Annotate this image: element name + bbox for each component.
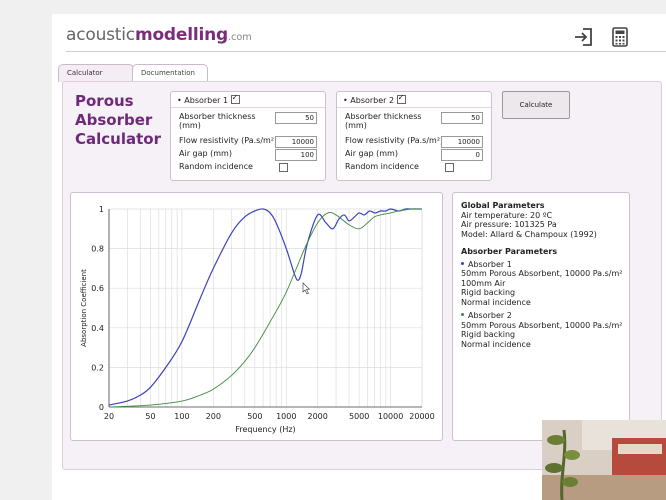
resistivity-row: Flow resistivity (Pa.s/m²) 10000 — [179, 136, 323, 148]
header-divider — [66, 51, 666, 52]
airgap-input[interactable]: 100 — [275, 149, 317, 161]
calculator-icon[interactable] — [609, 26, 631, 48]
absorber-2-enable-checkbox[interactable] — [396, 93, 406, 104]
series-line-absorber-1 — [108, 208, 422, 406]
thickness-input[interactable]: 50 — [441, 112, 483, 124]
resistivity-label: Flow resistivity (Pa.s/m²) — [179, 136, 278, 145]
absorber-1-dot-icon — [461, 261, 464, 265]
a1-line: 100mm Air — [461, 278, 506, 288]
absorber-2-legend: Absorber 2 — [461, 311, 631, 321]
air-pressure: Air pressure: 101325 Pa — [461, 220, 557, 229]
x-tick-label: 5000 — [349, 412, 369, 421]
webcam-overlay — [542, 420, 666, 500]
y-tick-label: 0 — [99, 403, 104, 412]
y-axis-label: Absorption Coefficient — [80, 269, 88, 347]
model-name: Model: Allard & Champoux (1992) — [461, 229, 597, 239]
y-tick-label: 0.4 — [91, 324, 104, 333]
a2-line: Rigid backing — [461, 330, 516, 339]
login-icon[interactable] — [573, 26, 595, 48]
random-label: Random incidence — [179, 162, 253, 171]
air-temperature: Air temperature: 20 ºC — [461, 210, 553, 220]
airgap-input[interactable]: 0 — [441, 149, 483, 161]
random-row: Random incidence — [345, 162, 489, 173]
y-tick-label: 0.6 — [91, 284, 104, 293]
thickness-row: Absorber thickness (mm) 50 — [345, 112, 489, 132]
airgap-row: Air gap (mm) 0 — [345, 149, 489, 161]
absorber-1-header: • Absorber 1 — [177, 93, 240, 105]
a2-line: Normal incidence — [461, 339, 531, 349]
absorber-2-dot-icon — [461, 313, 464, 316]
absorber-1-panel: • Absorber 1 Absorber thickness (mm) 50 … — [170, 91, 326, 181]
calculate-button[interactable]: Calculate — [502, 91, 570, 119]
airgap-label: Air gap (mm) — [345, 149, 398, 158]
random-incidence-checkbox[interactable] — [279, 163, 288, 172]
absorption-chart: 20 50 100 200 500 1000 2000 5000 10000 20000 0 0.2 0… — [70, 192, 443, 441]
x-tick-label: 2000 — [307, 412, 327, 421]
airgap-row: Air gap (mm) 100 — [179, 149, 323, 161]
a2-line: 50mm Porous Absorbent, 10000 Pa.s/m² — [461, 320, 623, 330]
x-axis-label: Frequency (Hz) — [235, 425, 295, 434]
absorber-1-enable-checkbox[interactable] — [230, 93, 240, 104]
resistivity-input[interactable]: 10000 — [441, 136, 483, 148]
thickness-label: Absorber thickness (mm) — [345, 112, 422, 130]
x-tick-label: 20 — [104, 412, 114, 421]
x-tick-label: 10000 — [378, 412, 403, 421]
absorber-parameters-title: Absorber Parameters — [461, 247, 558, 256]
absorber-2-panel: • Absorber 2 Absorber thickness (mm) 50 … — [336, 91, 492, 181]
absorber-parameters: Absorber Parameters Absorber 1 50mm Poro… — [461, 247, 631, 349]
x-tick-label: 200 — [206, 412, 221, 421]
x-tick-label: 1000 — [276, 412, 296, 421]
random-incidence-checkbox[interactable] — [445, 163, 454, 172]
tab-documentation[interactable]: Documentation — [132, 64, 208, 82]
a1-line: Normal incidence — [461, 297, 531, 307]
chart-svg: 20 50 100 200 500 1000 2000 5000 10000 20000 0 0.2 0… — [80, 205, 435, 434]
x-tick-label: 100 — [174, 412, 189, 421]
x-tick-label: 500 — [247, 412, 262, 421]
y-tick-label: 1 — [99, 205, 104, 214]
absorber-1-legend: Absorber 1 — [461, 260, 631, 270]
mouse-cursor-icon — [302, 282, 311, 295]
page-title: Porous Absorber Calculator — [75, 92, 161, 148]
random-row: Random incidence — [179, 162, 323, 173]
y-tick-label: 0.2 — [91, 363, 104, 372]
x-tick-label: 20000 — [409, 412, 434, 421]
resistivity-input[interactable]: 10000 — [275, 136, 317, 148]
random-label: Random incidence — [345, 162, 419, 171]
a1-line: 50mm Porous Absorbent, 10000 Pa.s/m² — [461, 269, 623, 278]
series-line-absorber-2 — [108, 208, 423, 408]
y-tick-label: 0.8 — [91, 245, 104, 254]
thickness-input[interactable]: 50 — [275, 112, 317, 124]
global-parameters-title: Global Parameters — [461, 201, 545, 210]
thickness-row: Absorber thickness (mm) 50 — [179, 112, 323, 132]
tab-calculator[interactable]: Calculator — [58, 64, 134, 82]
airgap-label: Air gap (mm) — [179, 149, 232, 158]
x-tick-label: 50 — [145, 412, 155, 421]
thickness-label: Absorber thickness (mm) — [179, 112, 256, 130]
site-logo[interactable]: acousticmodelling.com — [66, 25, 252, 45]
absorber-2-header: • Absorber 2 — [343, 93, 406, 105]
parameters-panel: Global Parameters Air temperature: 20 ºC… — [452, 192, 630, 441]
a1-line: Rigid backing — [461, 288, 516, 297]
resistivity-label: Flow resistivity (Pa.s/m²) — [345, 136, 444, 145]
resistivity-row: Flow resistivity (Pa.s/m²) 10000 — [345, 136, 489, 148]
global-parameters: Global Parameters Air temperature: 20 ºC… — [461, 201, 631, 239]
header: acousticmodelling.com — [52, 14, 666, 56]
calculator-panel: PorousAbsorberCalculator • Absorber 1 Ab… — [62, 81, 662, 470]
